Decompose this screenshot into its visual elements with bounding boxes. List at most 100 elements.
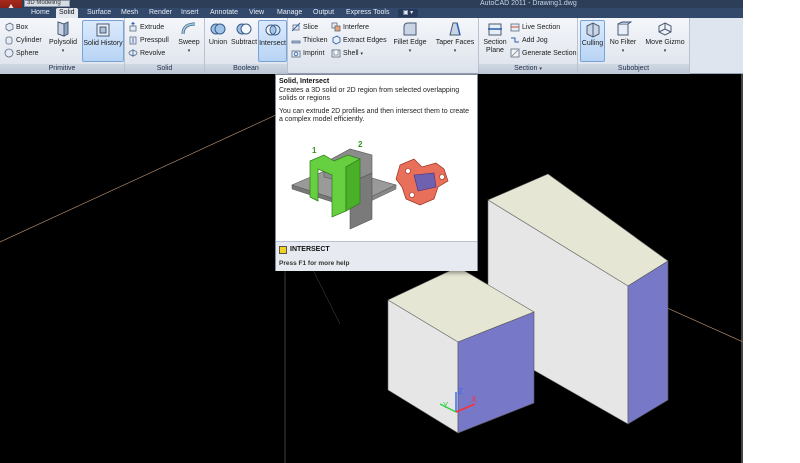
union-button[interactable]: Union xyxy=(207,20,229,62)
panel-subobject: Culling No Filter ▾ Move Gizmo ▾ Subobject xyxy=(578,18,690,74)
imprint-button[interactable]: Imprint xyxy=(291,48,324,60)
subtract-button[interactable]: Subtract xyxy=(230,20,258,62)
intersect-label: Intersect xyxy=(259,40,286,47)
box-label: Box xyxy=(16,24,29,31)
taper-faces-button[interactable]: Taper Faces ▾ xyxy=(433,20,477,62)
ucs-x-label: X xyxy=(471,395,477,404)
move-gizmo-label: Move Gizmo xyxy=(645,39,685,46)
subtract-icon xyxy=(236,23,252,35)
no-filter-button[interactable]: No Filter ▾ xyxy=(608,20,638,62)
revolve-icon xyxy=(128,49,138,58)
revolve-button[interactable]: Revolve xyxy=(128,48,165,60)
union-icon xyxy=(210,23,226,35)
tab-manage[interactable]: Manage xyxy=(274,8,305,18)
extrude-button[interactable]: Extrude xyxy=(128,22,164,34)
panel-primitive: Box Cylinder Sphere Polysolid ▾ Solid His… xyxy=(0,18,125,74)
polysolid-button[interactable]: Polysolid ▾ xyxy=(47,20,79,62)
tab-annotate[interactable]: Annotate xyxy=(207,8,241,18)
cylinder-button[interactable]: Cylinder xyxy=(4,35,42,47)
no-filter-label: No Filter xyxy=(609,39,637,46)
section-plane-button[interactable]: Section Plane xyxy=(481,20,509,62)
shell-label: Shell xyxy=(343,50,359,57)
tooltip-command-name: INTERSECT xyxy=(290,246,330,253)
union-label: Union xyxy=(208,39,228,46)
generate-section-icon xyxy=(510,48,520,58)
panel-title-section[interactable]: Section ▾ xyxy=(479,64,577,74)
ribbon-display-toggle[interactable]: ▣ ▾ xyxy=(398,9,418,17)
thicken-button[interactable]: Thicken xyxy=(291,35,328,47)
interfere-icon xyxy=(331,22,341,32)
solid-history-button[interactable]: Solid History xyxy=(82,20,124,62)
illustration-label-1: 1 xyxy=(312,146,317,155)
tab-surface[interactable]: Surface xyxy=(84,8,114,18)
thicken-icon xyxy=(291,40,301,44)
solid-history-icon xyxy=(96,23,110,37)
tab-insert[interactable]: Insert xyxy=(178,8,202,18)
add-jog-icon xyxy=(511,37,519,43)
live-section-icon xyxy=(510,23,520,32)
fillet-edge-label: Fillet Edge xyxy=(393,39,427,46)
panel-boolean: Union Subtract Intersect Boolean xyxy=(205,18,288,74)
ribbon-empty-area xyxy=(690,18,743,74)
tab-home[interactable]: Home xyxy=(28,8,53,18)
tab-mesh[interactable]: Mesh xyxy=(118,8,141,18)
workspace-dropdown[interactable]: 3D Modeling xyxy=(24,0,70,7)
panel-title-solid: Solid xyxy=(125,64,204,74)
tooltip-detail: You can extrude 2D profiles and then int… xyxy=(279,108,470,123)
interfere-label: Interfere xyxy=(343,24,370,31)
subtract-label: Subtract xyxy=(230,39,258,46)
sweep-button[interactable]: Sweep ▾ xyxy=(175,20,203,62)
section-plane-label-1: Section xyxy=(483,39,507,46)
culling-button[interactable]: Culling xyxy=(580,20,605,62)
section-plane-icon xyxy=(488,23,502,36)
tab-render[interactable]: Render xyxy=(146,8,175,18)
generate-section-label: Generate Section xyxy=(522,50,577,57)
imprint-label: Imprint xyxy=(303,50,325,57)
presspull-icon xyxy=(129,36,137,45)
tab-solid[interactable]: Solid xyxy=(56,8,78,18)
generate-section-button[interactable]: Generate Section xyxy=(510,48,576,60)
no-filter-icon xyxy=(617,21,632,36)
tab-output[interactable]: Output xyxy=(310,8,337,18)
intersect-button[interactable]: Intersect xyxy=(258,20,287,62)
sweep-label: Sweep xyxy=(178,39,200,46)
tab-express-tools[interactable]: Express Tools xyxy=(343,8,392,18)
move-gizmo-button[interactable]: Move Gizmo ▾ xyxy=(642,20,688,62)
slice-icon xyxy=(291,22,301,32)
move-gizmo-icon xyxy=(658,22,672,36)
sphere-button[interactable]: Sphere xyxy=(4,48,39,60)
extrude-icon xyxy=(129,22,137,32)
ucs-y-label: Y xyxy=(443,401,449,410)
box-button[interactable]: Box xyxy=(4,22,28,34)
tooltip-description: Creates a 3D solid or 2D region from sel… xyxy=(279,87,460,102)
sphere-label: Sphere xyxy=(16,50,39,57)
extract-edges-button[interactable]: Extract Edges xyxy=(331,35,387,47)
presspull-button[interactable]: Presspull xyxy=(128,35,169,47)
panel-title-subobject: Subobject xyxy=(578,64,689,74)
extract-edges-icon xyxy=(332,35,341,45)
tab-view[interactable]: View xyxy=(246,8,267,18)
tooltip-help-hint: Press F1 for more help xyxy=(279,260,350,267)
intersect-tooltip: Solid, Intersect Creates a 3D solid or 2… xyxy=(275,74,478,271)
shell-dropdown-arrow[interactable]: ▾ xyxy=(361,51,364,57)
add-jog-button[interactable]: Add Jog xyxy=(510,35,548,47)
slice-button[interactable]: Slice xyxy=(291,22,318,34)
thicken-label: Thicken xyxy=(303,37,328,44)
add-jog-label: Add Jog xyxy=(522,37,548,44)
live-section-label: Live Section xyxy=(522,24,561,31)
ribbon: Box Cylinder Sphere Polysolid ▾ Solid His… xyxy=(0,18,690,74)
tooltip-title: Solid, Intersect xyxy=(279,78,330,85)
culling-icon xyxy=(586,22,599,38)
box-icon xyxy=(5,22,14,32)
panel-solid-editing: Slice Thicken Imprint Interfere Extract … xyxy=(288,18,479,74)
section-plane-label-2: Plane xyxy=(486,47,504,54)
window-title: AutoCAD 2011 - Drawing1.dwg xyxy=(480,0,577,7)
ucs-z-label: Z xyxy=(458,387,463,396)
illustration-label-2: 2 xyxy=(358,140,363,149)
shell-button[interactable]: Shell ▾ xyxy=(331,48,363,60)
fillet-edge-button[interactable]: Fillet Edge ▾ xyxy=(390,20,430,62)
taper-faces-icon xyxy=(449,22,461,36)
panel-section: Section Plane Live Section Add Jog Genera… xyxy=(479,18,578,74)
interfere-button[interactable]: Interfere xyxy=(331,22,369,34)
live-section-button[interactable]: Live Section xyxy=(510,22,560,34)
